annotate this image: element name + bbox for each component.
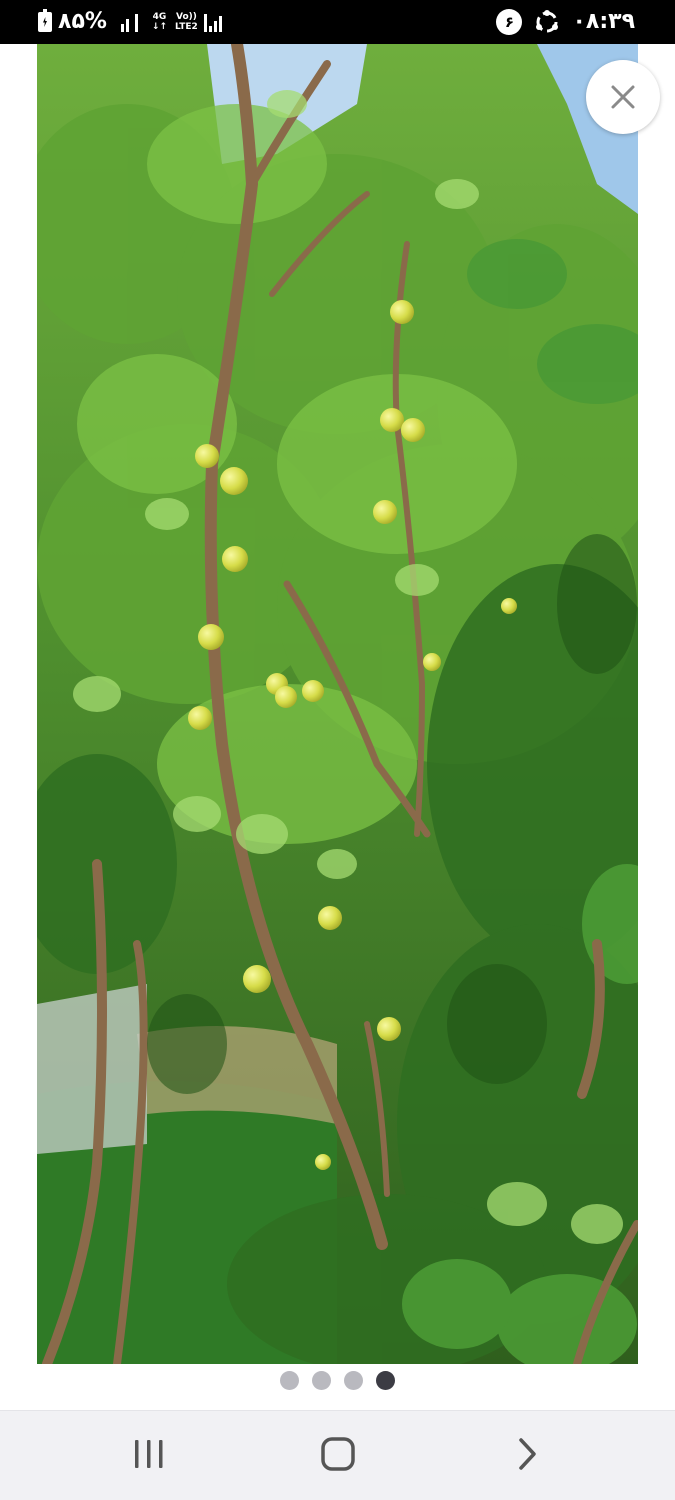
data-arrows-icon: ↓↑ [151, 22, 168, 32]
sync-icon [534, 9, 560, 35]
status-bar: ٨۵% 4G ↓↑ Vo)) LTE2 ۶ ٠٨:٣٩ [0, 0, 675, 44]
page-indicator [0, 1370, 675, 1390]
clock: ٠٨:٣٩ [572, 9, 635, 34]
page-dot-1[interactable] [280, 1370, 299, 1390]
back-button[interactable] [467, 1411, 587, 1500]
screen: ٨۵% 4G ↓↑ Vo)) LTE2 ۶ ٠٨:٣٩ [0, 0, 675, 1500]
signal-strength-2-icon [203, 12, 222, 32]
home-button[interactable] [278, 1411, 398, 1500]
network-type-block: 4G ↓↑ [152, 12, 167, 32]
battery-charging-icon [38, 9, 52, 32]
status-left-group: ٨۵% 4G ↓↑ Vo)) LTE2 [38, 6, 222, 38]
navigation-bar [0, 1410, 675, 1500]
page-dot-3[interactable] [344, 1370, 363, 1390]
volte-block: Vo)) LTE2 [175, 12, 198, 32]
close-button[interactable] [586, 60, 660, 134]
close-icon [608, 82, 638, 112]
home-icon [320, 1436, 356, 1476]
page-dot-2[interactable] [312, 1370, 331, 1390]
photo[interactable] [37, 44, 638, 1364]
back-icon [515, 1437, 539, 1475]
fruit-tree-photo [37, 44, 638, 1364]
volte-label: Vo)) [175, 12, 197, 22]
lte-label: LTE2 [175, 22, 198, 32]
recents-button[interactable] [89, 1411, 209, 1500]
battery-percent: ٨۵% [58, 9, 107, 34]
status-right-group: ۶ ٠٨:٣٩ [496, 6, 635, 38]
page-dot-4-active[interactable] [376, 1370, 395, 1390]
notification-badge: ۶ [496, 9, 523, 35]
network-type-label: 4G [152, 12, 167, 22]
recents-icon [132, 1438, 166, 1474]
signal-strength-icon [120, 12, 138, 32]
